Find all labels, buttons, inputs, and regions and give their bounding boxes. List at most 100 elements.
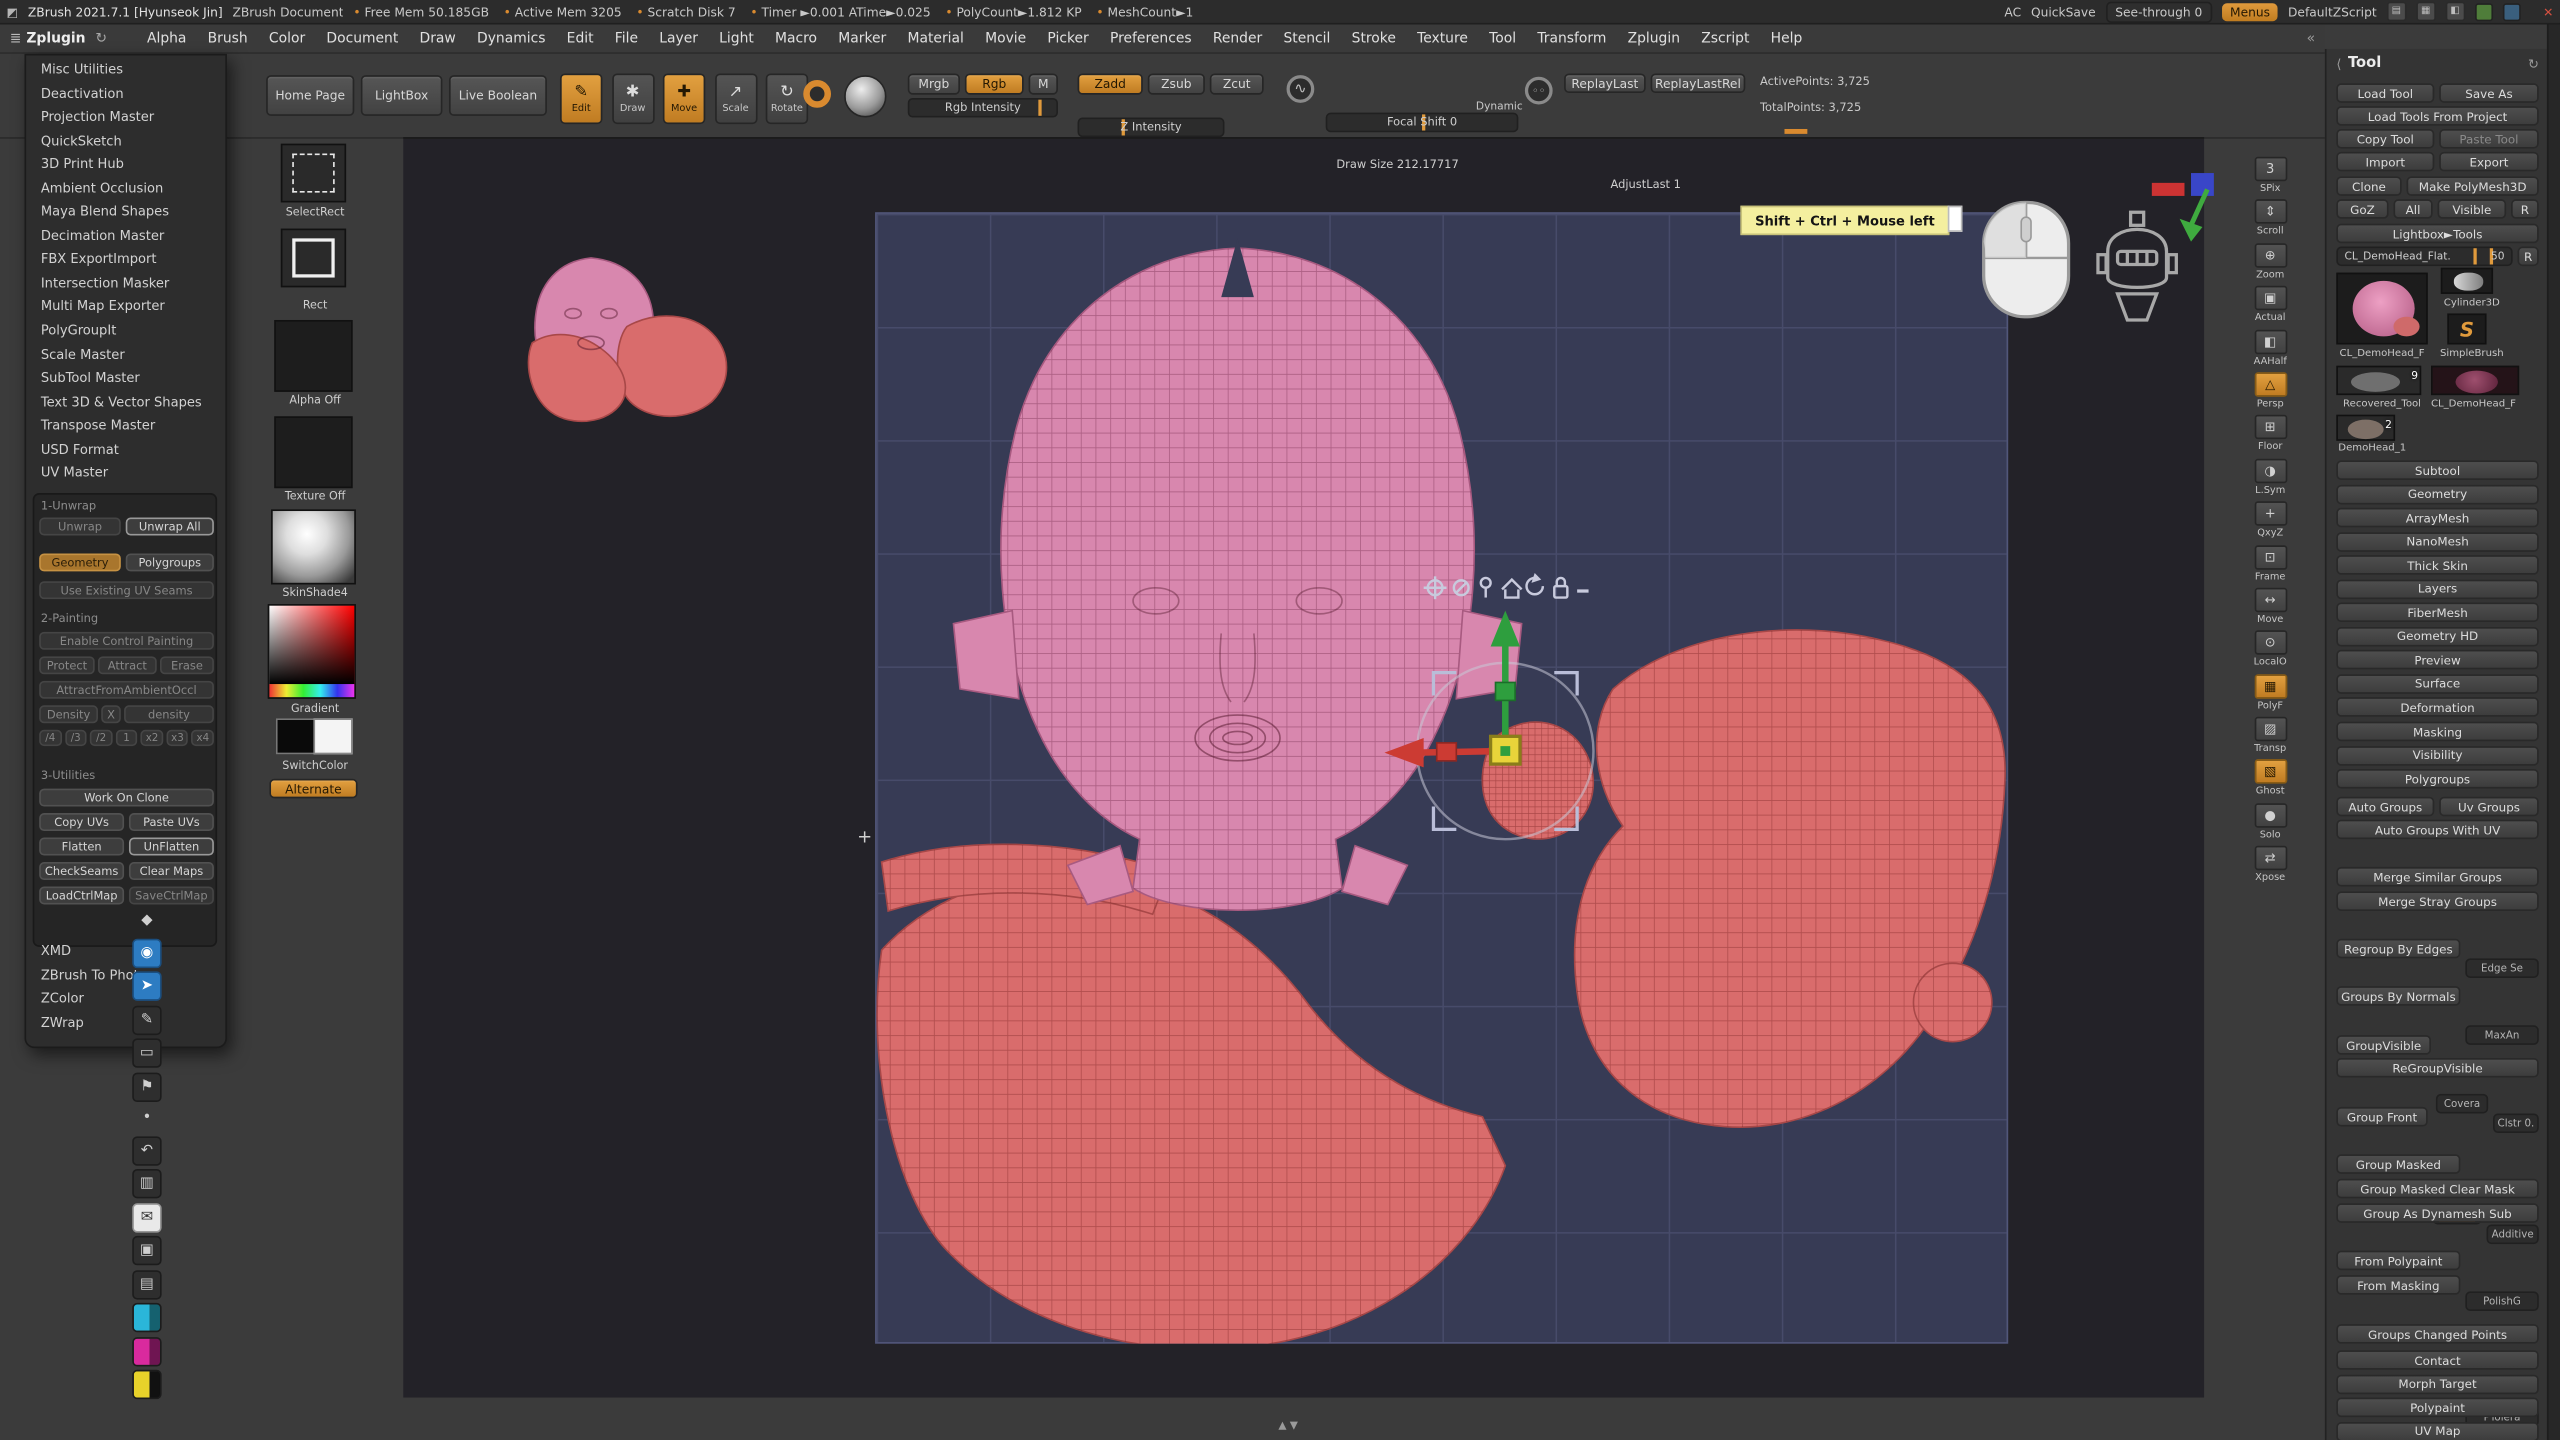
tool-section-header[interactable]: ArrayMesh <box>2336 508 2538 528</box>
dynamic-label[interactable]: Dynamic <box>1476 100 1523 113</box>
mrgb-button[interactable]: Mrgb <box>908 73 960 94</box>
menu-item[interactable]: Help <box>1760 24 1813 53</box>
local-button[interactable]: ⊙ LocalO <box>2249 631 2291 669</box>
unflatten-button[interactable]: UnFlatten <box>129 838 214 856</box>
zplugin-menu-item[interactable]: USD Format <box>26 439 225 463</box>
see-through-slider[interactable]: See-through 0 <box>2105 1 2212 22</box>
regroup-by-edges-button[interactable]: Regroup By Edges <box>2336 939 2460 959</box>
lightbox-tools-button[interactable]: Lightbox►Tools <box>2336 224 2538 244</box>
copy-uvs-button[interactable]: Copy UVs <box>39 813 124 831</box>
group-masked-button[interactable]: Group Masked <box>2336 1154 2460 1174</box>
merge-similar-groups-button[interactable]: Merge Similar Groups <box>2336 867 2538 887</box>
lsym-button[interactable]: ◑ L.Sym <box>2249 458 2291 496</box>
zplugin-menu-item[interactable]: ZBrush To Photo... <box>26 964 225 988</box>
tool-slider-r-button[interactable]: R <box>2518 247 2539 267</box>
actual-button[interactable]: ▣ Actual <box>2249 286 2291 324</box>
swatch-yellow-icon[interactable] <box>132 1370 161 1399</box>
group-masked-clear-mask-button[interactable]: Group Masked Clear Mask <box>2336 1179 2538 1199</box>
density-multiplier[interactable]: /2 <box>90 730 112 746</box>
import-button[interactable]: Import <box>2336 152 2434 172</box>
density-multiplier[interactable]: x4 <box>192 730 214 746</box>
enable-control-painting-button[interactable]: Enable Control Painting <box>39 632 214 650</box>
xpose-button[interactable]: ⇄ Xpose <box>2249 846 2291 884</box>
quicksave-button[interactable]: QuickSave <box>2031 4 2096 19</box>
auto-groups-with-uv-button[interactable]: Auto Groups With UV <box>2336 820 2538 840</box>
erase-button[interactable]: Erase <box>160 656 214 674</box>
polish-groups-slider[interactable]: PolishG <box>2465 1291 2538 1311</box>
hamburger-icon[interactable]: ≣ <box>10 30 22 46</box>
density-multiplier[interactable]: x3 <box>166 730 188 746</box>
zadd-button[interactable]: Zadd <box>1078 73 1143 94</box>
tool-section-header[interactable]: FiberMesh <box>2336 603 2538 623</box>
savectrlmap-button[interactable]: SaveCtrlMap <box>129 887 214 905</box>
tool-section-header[interactable]: Thick Skin <box>2336 555 2538 575</box>
lightbox-button[interactable]: LightBox <box>361 75 443 116</box>
menu-item[interactable]: Dynamics <box>466 24 556 53</box>
menu-item[interactable]: Edit <box>556 24 604 53</box>
menu-item[interactable]: File <box>604 24 648 53</box>
menus-button[interactable]: Menus <box>2222 2 2278 20</box>
menu-item[interactable]: Picker <box>1037 24 1100 53</box>
menu-item[interactable]: Render <box>1202 24 1273 53</box>
make-polymesh3d-button[interactable]: Make PolyMesh3D <box>2407 176 2539 196</box>
camera-icon[interactable]: ▣ <box>132 1236 161 1265</box>
menu-item[interactable]: Movie <box>974 24 1036 53</box>
zplugin-menu-item[interactable]: Ambient Occlusion <box>26 178 225 202</box>
groups-by-normals-button[interactable]: Groups By Normals <box>2336 986 2460 1006</box>
uv-geometry-toggle[interactable]: Geometry <box>39 553 121 571</box>
groups-changed-points-button[interactable]: Groups Changed Points <box>2336 1324 2538 1344</box>
density-multiplier[interactable]: /4 <box>39 730 61 746</box>
checkseams-button[interactable]: CheckSeams <box>39 862 124 880</box>
aahalf-button[interactable]: ◧ AAHalf <box>2249 329 2291 367</box>
zplugin-menu-item[interactable]: Multi Map Exporter <box>26 296 225 320</box>
menu-item[interactable]: Stroke <box>1341 24 1406 53</box>
dots-icon[interactable]: ◦◦ <box>1525 77 1553 105</box>
zoom-button[interactable]: ⊕ Zoom <box>2249 243 2291 281</box>
zplugin-menu-item[interactable]: UV Master <box>26 463 225 487</box>
tool-section-header[interactable]: Geometry HD <box>2336 627 2538 647</box>
menu-item[interactable]: Zscript <box>1691 24 1760 53</box>
zplugin-menu-item[interactable]: ZColor <box>26 988 225 1012</box>
density-button[interactable]: Density <box>39 705 98 723</box>
pen-icon[interactable]: ✎ <box>132 1005 161 1034</box>
copy-tool-button[interactable]: Copy Tool <box>2336 129 2434 149</box>
from-masking-button[interactable]: From Masking <box>2336 1275 2460 1295</box>
switch-color[interactable] <box>276 718 351 754</box>
group-visible-button[interactable]: GroupVisible <box>2336 1035 2431 1055</box>
unwrap-button[interactable]: Unwrap <box>39 518 121 536</box>
menu-item[interactable]: Layer <box>649 24 709 53</box>
density-multiplier[interactable]: /3 <box>65 730 87 746</box>
additive-toggle[interactable]: Additive <box>2487 1224 2539 1244</box>
swatch-magenta-icon[interactable] <box>132 1336 161 1365</box>
cl-demohead-dark-thumbnail[interactable] <box>2431 366 2519 395</box>
menu-item[interactable]: Stencil <box>1273 24 1341 53</box>
tag-icon[interactable]: ⚑ <box>132 1072 161 1101</box>
mesh-red-right[interactable] <box>1575 630 2005 1127</box>
attract-button[interactable]: Attract <box>98 656 157 674</box>
polygroups-section-header[interactable]: Polygroups <box>2336 769 2538 789</box>
density-x-button[interactable]: X <box>101 705 121 723</box>
menu-item[interactable]: Texture <box>1406 24 1478 53</box>
tool-section-header[interactable]: Morph Target <box>2336 1374 2538 1394</box>
solo-button[interactable]: ● Solo <box>2249 803 2291 841</box>
m-button[interactable]: M <box>1029 73 1058 94</box>
density-multiplier[interactable]: 1 <box>115 730 137 746</box>
document-minimap[interactable] <box>519 242 748 435</box>
clipboard-icon[interactable]: ▤ <box>132 1269 161 1298</box>
recovered-tool-thumbnail[interactable]: 9 <box>2336 366 2421 395</box>
menu-item[interactable]: Tool <box>1479 24 1527 53</box>
home-page-button[interactable]: Home Page <box>266 75 354 116</box>
uv-unwrap-meshes[interactable] <box>875 212 2008 1343</box>
refresh-icon[interactable]: ↻ <box>95 30 107 46</box>
goz-all-button[interactable]: All <box>2393 199 2432 219</box>
regroup-visible-button[interactable]: ReGroupVisible <box>2336 1058 2538 1078</box>
swatch-cyan-icon[interactable] <box>132 1303 161 1332</box>
alpha-thumb[interactable] <box>274 320 352 392</box>
dot-icon[interactable]: • <box>134 1105 160 1131</box>
color-chip-blue[interactable] <box>2502 2 2520 20</box>
mesh-pink-face[interactable] <box>953 238 1521 910</box>
group-front-button[interactable]: Group Front <box>2336 1107 2427 1127</box>
goz-r-button[interactable]: R <box>2511 199 2539 219</box>
live-boolean-button[interactable]: Live Boolean <box>449 75 547 116</box>
qxyz-button[interactable]: + QxyZ <box>2249 501 2291 539</box>
